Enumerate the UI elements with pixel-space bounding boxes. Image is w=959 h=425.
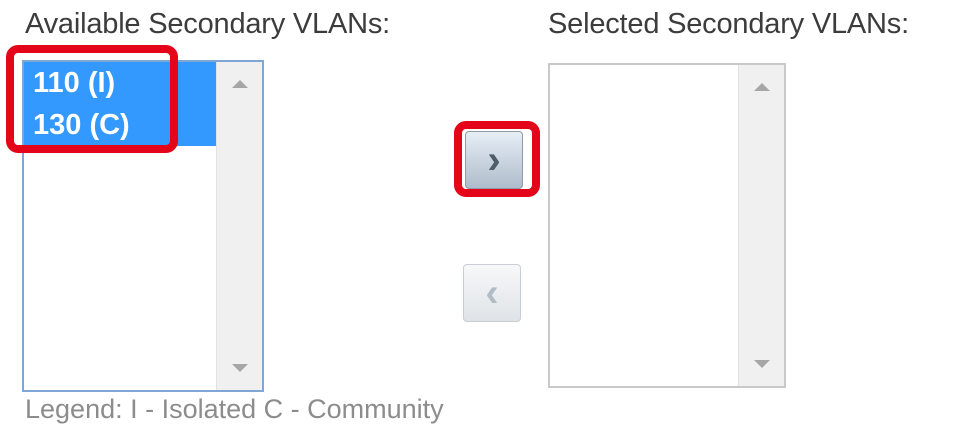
scroll-up-icon[interactable] bbox=[753, 83, 770, 91]
chevron-left-icon: ‹ bbox=[485, 271, 499, 315]
available-scrollbar[interactable] bbox=[216, 62, 262, 390]
option-vlan-110[interactable]: 110 (I) bbox=[24, 62, 216, 104]
selected-vlans-listbox[interactable] bbox=[548, 63, 786, 388]
available-vlans-listbox[interactable]: 110 (I) 130 (C) bbox=[22, 60, 264, 392]
scroll-down-icon[interactable] bbox=[231, 364, 248, 372]
available-vlans-label: Available Secondary VLANs: bbox=[25, 8, 391, 40]
scroll-up-icon[interactable] bbox=[231, 80, 248, 88]
chevron-right-icon: › bbox=[487, 138, 501, 182]
available-vlans-options: 110 (I) 130 (C) bbox=[24, 62, 216, 146]
selected-vlans-label: Selected Secondary VLANs: bbox=[548, 8, 909, 40]
legend-text: Legend: I - Isolated C - Community bbox=[25, 394, 444, 424]
scroll-down-icon[interactable] bbox=[753, 360, 770, 368]
option-vlan-130[interactable]: 130 (C) bbox=[24, 104, 216, 146]
move-left-button[interactable]: ‹ bbox=[463, 264, 521, 322]
move-right-button[interactable]: › bbox=[465, 131, 523, 189]
selected-scrollbar[interactable] bbox=[738, 65, 784, 386]
